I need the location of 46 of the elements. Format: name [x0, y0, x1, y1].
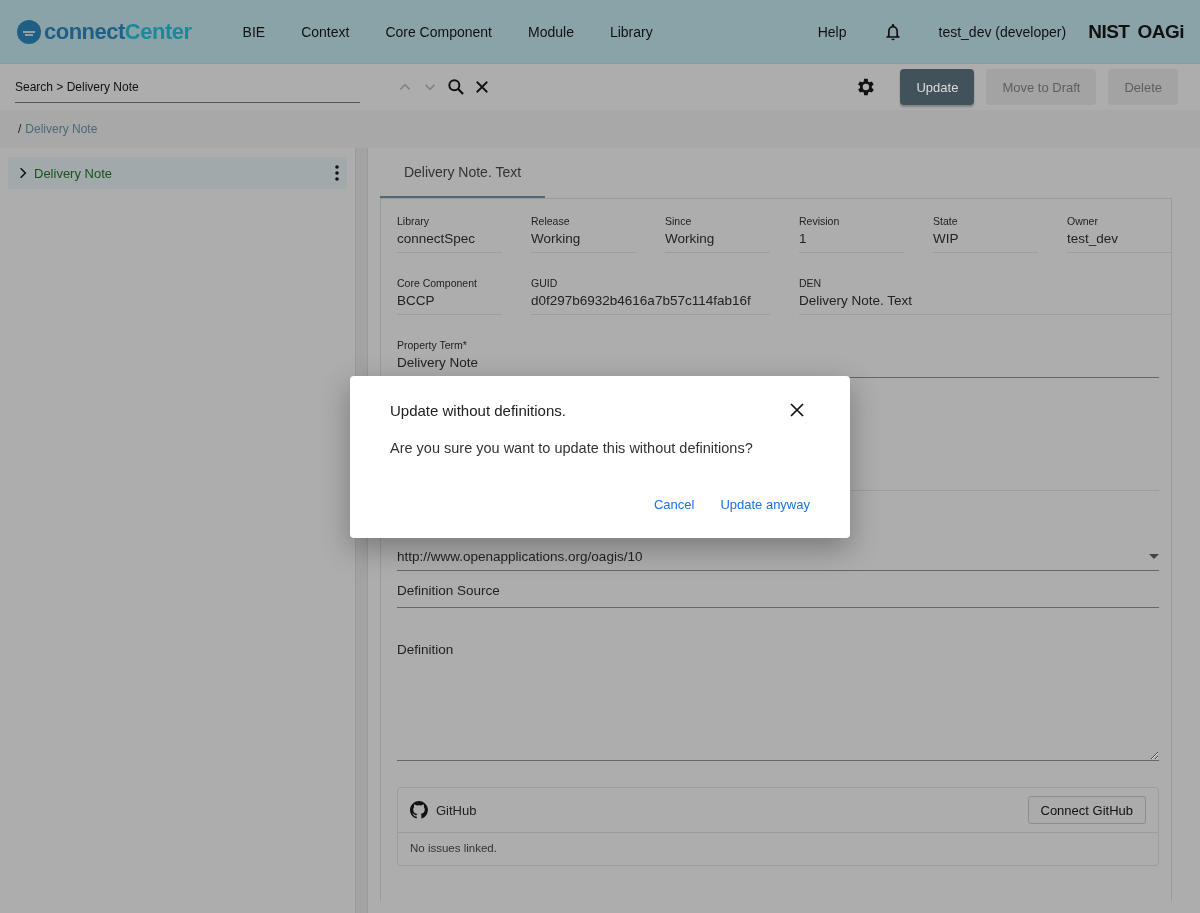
field-value: 1 [799, 231, 808, 246]
dialog-title: Update without definitions. [390, 401, 566, 419]
connect-github-button[interactable]: Connect GitHub [1027, 796, 1146, 824]
field-value: d0f297b6932b4616a7b57c114fab16f [531, 293, 752, 308]
nav-link[interactable]: Context [286, 15, 365, 48]
nav-link[interactable]: BIE [227, 15, 281, 48]
field-label: State [933, 215, 959, 227]
field-value: connectSpec [397, 231, 477, 246]
card-title: GitHub [436, 802, 478, 818]
field-label: Revision [799, 215, 841, 227]
nav-link[interactable]: Module [513, 15, 589, 48]
cancel-button[interactable]: Cancel [645, 491, 703, 518]
tree-item[interactable]: Delivery Note [8, 157, 347, 189]
github-icon [410, 801, 428, 819]
field-label: Library [397, 215, 431, 227]
field-value: Working [665, 231, 716, 246]
field-value: Delivery Note. Text [799, 293, 914, 308]
field-value: WIP [933, 231, 960, 246]
help-link[interactable]: Help [805, 15, 859, 48]
field-label: DEN [799, 277, 823, 289]
breadcrumb-separator: / [18, 122, 22, 136]
update-button[interactable]: Update [900, 69, 975, 105]
field-value: BCCP [397, 293, 436, 308]
dialog-message: Are you sure you want to update this without definitions? [390, 440, 754, 456]
field-label: Since [665, 215, 693, 227]
field-label: Owner [1067, 215, 1099, 227]
dropdown-caret-icon[interactable] [1149, 554, 1159, 559]
nav-link[interactable]: Core Component [370, 15, 507, 48]
empty-message: No issues linked. [409, 841, 498, 856]
field-value: Working [531, 231, 582, 246]
user-menu[interactable]: test_dev (developer) [926, 15, 1079, 48]
select-field[interactable]: http://www.openapplications.org/oagis/10 [397, 549, 1149, 564]
input-field[interactable]: Definition Source [397, 573, 1159, 608]
field-label: Release [531, 215, 571, 227]
search-field[interactable]: Search > Delivery Note [15, 71, 360, 103]
brand-logo: NIST OAGi [1088, 20, 1184, 43]
confirm-button[interactable]: Update anyway [712, 491, 818, 518]
nav-link[interactable]: Library [594, 15, 668, 48]
input-field[interactable]: Delivery Note [397, 355, 1159, 370]
textarea-field[interactable]: Definition [397, 636, 1159, 761]
field-label: Core Component [397, 277, 478, 289]
more-icon[interactable] [335, 165, 339, 181]
field-value: test_dev [1067, 231, 1120, 246]
field-label: Property Term* [397, 339, 468, 351]
field-label: GUID [531, 277, 559, 289]
tab[interactable]: Delivery Note. Text [380, 148, 545, 198]
